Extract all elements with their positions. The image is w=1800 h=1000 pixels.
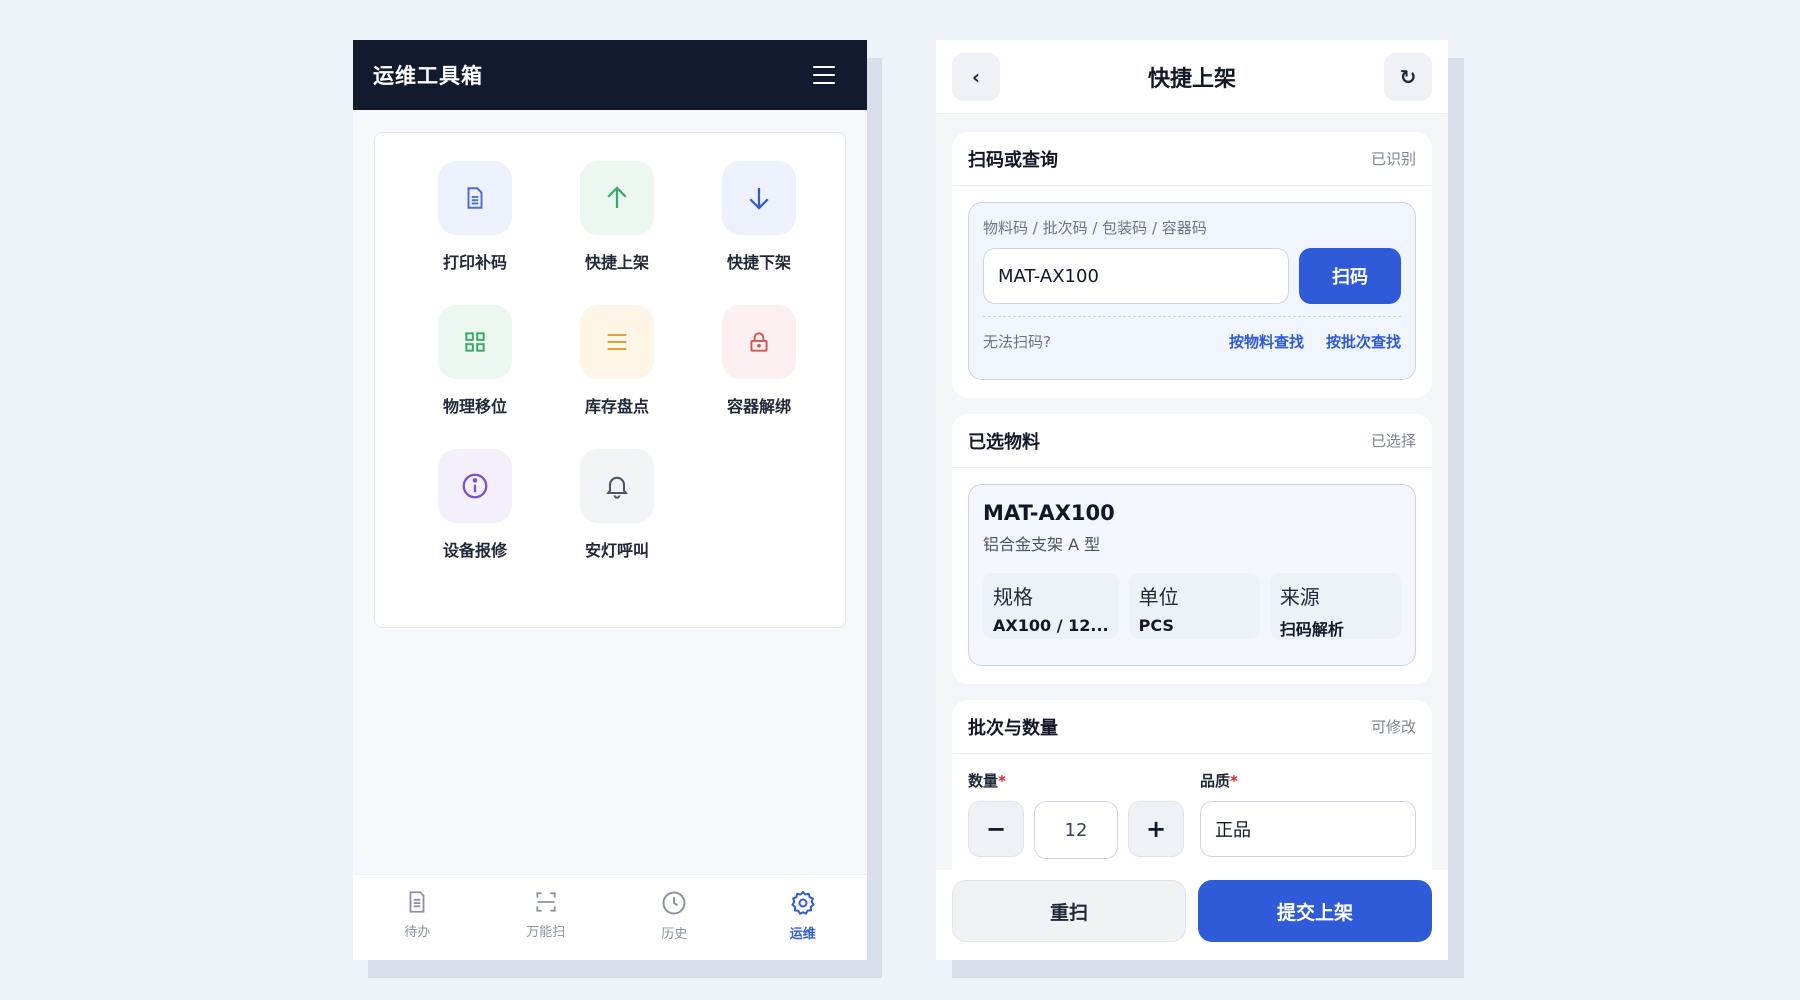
tool-label: 快捷下架 [726,253,791,272]
tool-andon-call[interactable]: 安灯呼叫 [562,449,672,561]
status-badge: 可修改 [1370,718,1416,736]
status-badge: 已选择 [1370,432,1416,450]
clock-icon [662,891,686,915]
nav-ops[interactable]: 运维 [739,875,868,960]
tool-quick-unshelve[interactable]: 快捷下架 [704,161,814,273]
chevron-left-icon: ‹ [971,64,981,89]
nav-label: 运维 [789,927,816,942]
arrow-down-icon [722,161,796,235]
nav-label: 待办 [404,925,431,940]
code-input[interactable] [983,248,1289,304]
attr-source: 来源 扫码解析 [1269,573,1402,639]
section-header: 扫码或查询 已识别 [952,132,1432,186]
quality-label: 品质* [1200,772,1238,790]
page-title: 快捷上架 [1147,66,1236,92]
app-title: 运维工具箱 [373,64,483,88]
bottom-nav: 待办 万能扫 历史 运维 [353,874,867,960]
nav-label: 历史 [661,927,688,942]
lock-icon [722,305,796,379]
scan-box: 物料码 / 批次码 / 包装码 / 容器码 扫码 无法扫码? 按物料查找 按批次… [968,202,1416,380]
quality-field: 品质* [1200,770,1416,859]
submit-shelve-button[interactable]: 提交上架 [1198,880,1432,942]
quality-input[interactable] [1200,801,1416,857]
section-header: 已选物料 已选择 [952,414,1432,468]
tool-print-code[interactable]: 打印补码 [420,161,530,273]
refresh-icon: ↻ [1399,64,1417,89]
attr-spec: 规格 AX100 / 12... [983,573,1119,639]
attr-key: 单位 [1138,585,1179,609]
tool-container-unbind[interactable]: 容器解绑 [704,305,814,417]
material-card[interactable]: MAT-AX100 铝合金支架 A 型 规格 AX100 / 12... 单位 … [968,484,1416,666]
attr-key: 来源 [1279,585,1320,609]
minus-button[interactable]: − [968,801,1024,857]
quick-shelve-screen: ‹ 快捷上架 ↻ 扫码或查询 已识别 物料码 / 批次码 / 包装码 / 容器码… [936,40,1448,960]
document-icon [438,161,512,235]
tool-grid: 打印补码 快捷上架 快捷下架 物理移位 库存盘点 容器解绑 设备报修 安灯呼叫 [374,132,846,628]
back-button[interactable]: ‹ [952,52,1000,101]
tool-equipment-repair[interactable]: 设备报修 [420,449,530,561]
tool-label: 安灯呼叫 [584,541,649,560]
tool-quick-shelve[interactable]: 快捷上架 [562,161,672,273]
find-by-material-link[interactable]: 按物料查找 [1229,331,1304,352]
attr-key: 规格 [993,585,1033,609]
info-icon [438,449,512,523]
nav-label: 万能扫 [526,925,566,940]
material-section: 已选物料 已选择 MAT-AX100 铝合金支架 A 型 规格 AX100 / … [952,414,1432,684]
quantity-label: 数量* [968,772,1006,790]
section-title: 已选物料 [968,431,1040,453]
scan-hint: 物料码 / 批次码 / 包装码 / 容器码 [983,219,1207,237]
attr-unit: 单位 PCS [1128,573,1260,639]
tool-physical-move[interactable]: 物理移位 [420,305,530,417]
tool-stocktake[interactable]: 库存盘点 [562,305,672,417]
quantity-field: 数量* − + [968,770,1184,859]
cant-scan-text: 无法扫码? [983,332,1051,351]
attr-value: PCS [1138,616,1174,635]
rescan-button[interactable]: 重扫 [952,880,1186,942]
find-by-batch-link[interactable]: 按批次查找 [1326,331,1401,352]
toolbox-screen: 运维工具箱 打印补码 快捷上架 快捷下架 物理移位 库存盘点 容器解绑 设备报修… [353,40,867,960]
app-header: 运维工具箱 [353,40,867,110]
tool-label: 物理移位 [442,397,507,416]
tool-label: 库存盘点 [584,397,649,416]
action-bar: 重扫 提交上架 [936,870,1448,960]
refresh-button[interactable]: ↻ [1383,52,1432,101]
scan-icon [536,892,556,912]
quantity-stepper: − + [968,801,1184,859]
quantity-input[interactable] [1034,801,1118,859]
scan-button[interactable]: 扫码 [1299,248,1401,304]
nav-todo[interactable]: 待办 [353,875,482,960]
list-icon [580,305,654,379]
menu-icon[interactable] [813,66,835,84]
tool-label: 打印补码 [442,253,507,272]
attr-value: 扫码解析 [1279,620,1344,639]
section-title: 批次与数量 [968,717,1058,739]
scan-section: 扫码或查询 已识别 物料码 / 批次码 / 包装码 / 容器码 扫码 无法扫码?… [952,132,1432,398]
page-header: ‹ 快捷上架 ↻ [936,40,1448,114]
section-title: 扫码或查询 [968,149,1058,171]
bell-icon [580,449,654,523]
attr-value: AX100 / 12... [993,616,1109,635]
todo-icon [409,891,425,913]
grid-icon [438,305,512,379]
nav-history[interactable]: 历史 [610,875,739,960]
status-badge: 已识别 [1370,150,1416,168]
section-header: 批次与数量 可修改 [952,700,1432,754]
material-name: 铝合金支架 A 型 [983,535,1101,554]
material-code: MAT-AX100 [983,501,1115,525]
tool-label: 快捷上架 [584,253,649,272]
arrow-up-icon [580,161,654,235]
tool-label: 容器解绑 [726,397,791,416]
nav-universal-scan[interactable]: 万能扫 [482,875,611,960]
gear-icon [790,890,815,916]
plus-button[interactable]: + [1128,801,1184,857]
tool-label: 设备报修 [442,541,507,560]
